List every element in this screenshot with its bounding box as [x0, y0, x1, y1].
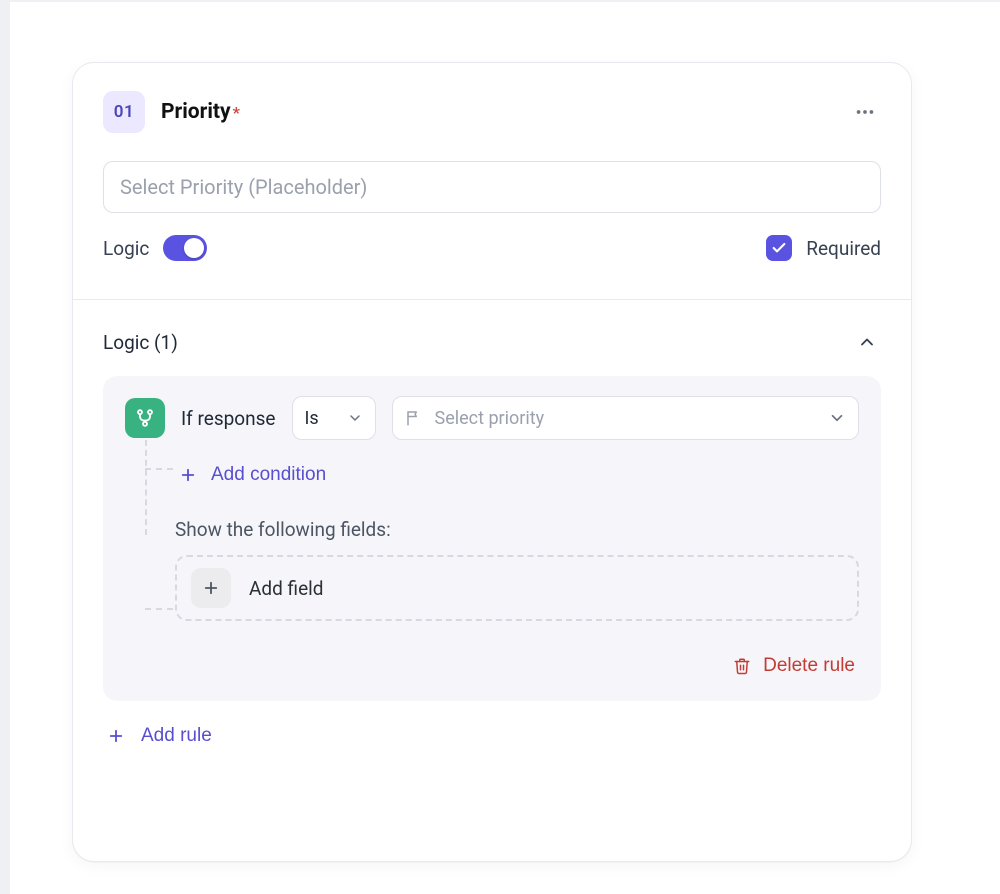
if-response-label: If response: [181, 407, 276, 430]
branch-chip: [125, 398, 165, 438]
logic-toggle[interactable]: [163, 235, 207, 261]
frame-left-rail: [0, 0, 10, 894]
field-config-card: 01 Priority* Select Priority (Placeholde…: [72, 62, 912, 862]
flag-icon: [405, 409, 423, 427]
chevron-up-icon: [857, 332, 877, 352]
chevron-down-icon: [828, 409, 846, 427]
operator-value: Is: [305, 408, 319, 429]
operator-select[interactable]: Is: [292, 396, 376, 440]
add-condition-label: Add condition: [211, 464, 326, 486]
field-title: Priority: [161, 100, 231, 124]
plus-icon: [179, 466, 197, 484]
field-more-button[interactable]: [849, 96, 881, 128]
tree-connector: [145, 468, 173, 470]
value-select[interactable]: Select priority: [392, 396, 859, 440]
toggle-knob: [184, 238, 204, 258]
value-placeholder: Select priority: [435, 408, 545, 429]
chevron-down-icon: [347, 410, 363, 426]
frame-top-line: [0, 0, 1000, 2]
plus-icon: [202, 579, 220, 597]
rule-tree: Add condition Show the following fields:…: [145, 440, 859, 621]
add-rule-label: Add rule: [141, 725, 212, 747]
branch-icon: [135, 408, 155, 428]
logic-rule-card: If response Is Select priority: [103, 376, 881, 701]
add-condition-button[interactable]: Add condition: [175, 458, 330, 492]
trash-icon: [733, 657, 751, 675]
logic-toggle-label: Logic: [103, 237, 149, 260]
tree-connector: [145, 608, 173, 610]
add-rule-button[interactable]: Add rule: [103, 719, 216, 753]
field-header: 01 Priority*: [103, 91, 881, 133]
add-field-label: Add field: [249, 577, 323, 600]
logic-section-title: Logic (1): [103, 331, 178, 354]
delete-rule-button[interactable]: Delete rule: [729, 649, 859, 683]
rule-footer: Delete rule: [125, 649, 859, 683]
priority-select[interactable]: Select Priority (Placeholder): [103, 161, 881, 213]
required-asterisk: *: [233, 103, 240, 122]
delete-rule-label: Delete rule: [763, 655, 855, 677]
rule-condition-row: If response Is Select priority: [125, 396, 859, 440]
plus-icon: [107, 727, 125, 745]
add-field-button[interactable]: Add field: [175, 555, 859, 621]
field-options-row: Logic Required: [103, 235, 881, 261]
add-field-plus: [191, 568, 231, 608]
section-divider: [73, 299, 911, 300]
logic-collapse-button[interactable]: [853, 328, 881, 356]
show-fields-label: Show the following fields:: [175, 518, 859, 541]
required-checkbox[interactable]: [766, 235, 792, 261]
logic-section-header: Logic (1): [103, 328, 881, 356]
check-icon: [771, 240, 787, 256]
required-label: Required: [806, 237, 881, 260]
field-title-wrap: Priority*: [161, 100, 240, 124]
more-horizontal-icon: [854, 101, 876, 123]
field-index-badge: 01: [103, 91, 145, 133]
